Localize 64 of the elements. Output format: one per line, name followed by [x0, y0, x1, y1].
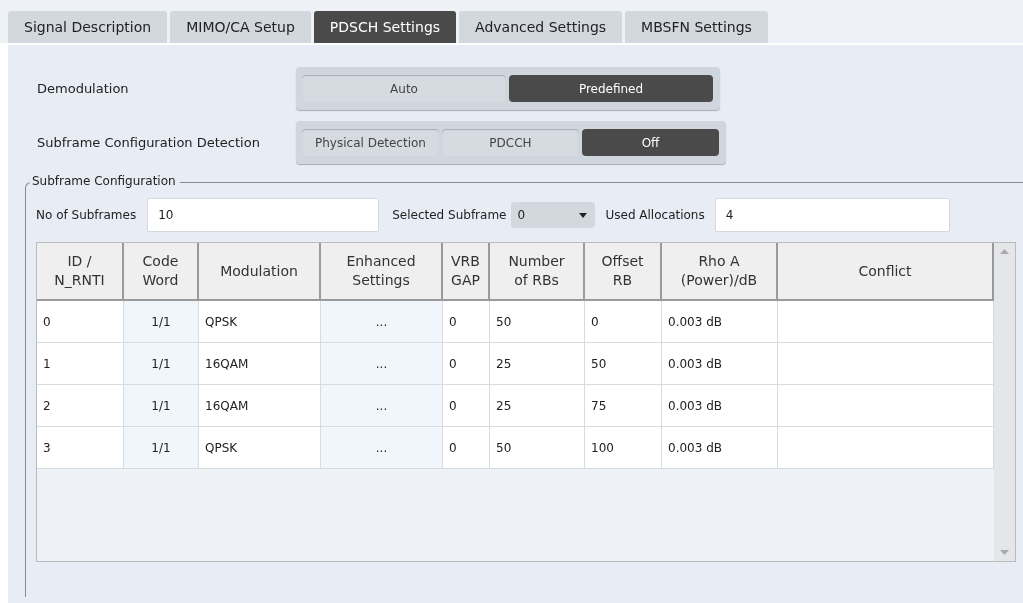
table-cell: 0 [37, 301, 124, 343]
table-cell: 0 [443, 301, 490, 343]
table-cell: 0.003 dB [662, 427, 778, 469]
table-cell: ... [321, 385, 443, 427]
column-header[interactable]: Conflict [778, 243, 994, 301]
column-header[interactable]: Offset RB [585, 243, 662, 301]
table-cell: 0 [443, 343, 490, 385]
table-cell: ... [321, 343, 443, 385]
table-cell: 0 [585, 301, 662, 343]
scroll-up-icon[interactable] [1000, 249, 1009, 254]
table-cell: 50 [490, 427, 585, 469]
field-label: Used Allocations [605, 208, 705, 222]
table-cell: QPSK [199, 427, 321, 469]
scroll-down-icon[interactable] [1000, 550, 1009, 555]
table-cell: 0.003 dB [662, 343, 778, 385]
input-field[interactable]: 10 [147, 198, 380, 232]
table-cell: 1/1 [124, 385, 199, 427]
column-header[interactable]: Code Word [124, 243, 199, 301]
toggle-option[interactable]: Auto [302, 75, 506, 102]
table-cell: 1/1 [124, 301, 199, 343]
table-cell: 100 [585, 427, 662, 469]
setting-label: Demodulation [37, 81, 130, 96]
tab[interactable]: MBSFN Settings [625, 11, 768, 43]
table-cell: 50 [490, 301, 585, 343]
tab[interactable]: MIMO/CA Setup [170, 11, 311, 43]
dropdown[interactable]: 0 [511, 202, 596, 228]
tab[interactable]: Advanced Settings [459, 11, 623, 43]
table-cell: 25 [490, 385, 585, 427]
table-cell: ... [321, 301, 443, 343]
table-cell: 25 [490, 343, 585, 385]
table-cell: 2 [37, 385, 124, 427]
toggle-option[interactable]: PDCCH [442, 129, 579, 156]
table-cell: 1/1 [124, 427, 199, 469]
column-header[interactable]: Number of RBs [490, 243, 585, 301]
table-cell: 0 [443, 385, 490, 427]
table-cell: 16QAM [199, 385, 321, 427]
column-header[interactable]: Enhanced Settings [321, 243, 443, 301]
column-header[interactable]: Modulation [199, 243, 321, 301]
table-cell: 3 [37, 427, 124, 469]
toggle-option[interactable]: Predefined [509, 75, 713, 102]
toggle-option[interactable]: Physical Detection [302, 129, 439, 156]
input-field[interactable]: 4 [714, 198, 950, 232]
table-cell: 75 [585, 385, 662, 427]
column-header[interactable]: VRB GAP [443, 243, 490, 301]
caret-icon [579, 212, 588, 218]
scrollbar[interactable] [994, 243, 1015, 561]
table-cell: 0.003 dB [662, 301, 778, 343]
column-header[interactable]: ID / N_RNTI [37, 243, 124, 301]
tab[interactable]: Signal Description [8, 11, 168, 43]
group-title: Subframe Configuration [30, 174, 180, 188]
table-cell: 16QAM [199, 343, 321, 385]
table-cell: 1/1 [124, 343, 199, 385]
table-cell: QPSK [199, 301, 321, 343]
field-label: No of Subframes [36, 208, 137, 222]
table-cell: 0 [443, 427, 490, 469]
table-cell: 1 [37, 343, 124, 385]
tab[interactable]: PDSCH Settings [313, 11, 457, 43]
table-cell: 0.003 dB [662, 385, 778, 427]
table-cell: 50 [585, 343, 662, 385]
table-cell: ... [321, 427, 443, 469]
setting-label: Subframe Configuration Detection [37, 135, 261, 150]
field-label: Selected Subframe [392, 208, 507, 222]
column-header[interactable]: Rho A (Power)/dB [662, 243, 778, 301]
toggle-option[interactable]: Off [582, 129, 719, 156]
